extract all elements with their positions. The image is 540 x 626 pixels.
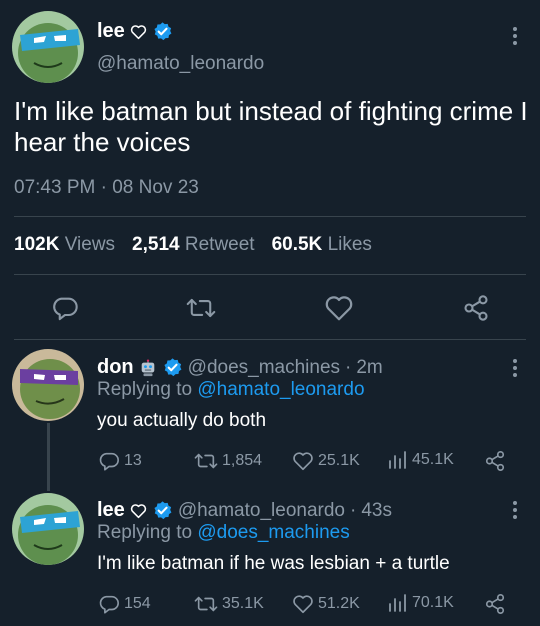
share-icon[interactable] bbox=[462, 294, 490, 322]
reply-header: lee @hamato_leonardo · 43s bbox=[97, 499, 392, 522]
reply-author-handle[interactable]: @does_machines bbox=[188, 357, 340, 379]
more-vertical-icon[interactable] bbox=[512, 500, 518, 520]
like-button[interactable]: 25.1K bbox=[292, 450, 360, 472]
views-button[interactable]: 45.1K bbox=[388, 450, 454, 470]
views-icon bbox=[388, 593, 408, 613]
tweet-time: 07:43 PM bbox=[14, 177, 96, 198]
tweet-timestamp[interactable]: 07:43 PM · 08 Nov 23 bbox=[14, 177, 199, 199]
reply-count: 13 bbox=[124, 452, 142, 469]
retweet-button[interactable]: 1,854 bbox=[194, 450, 262, 472]
retweet-count: 35.1K bbox=[222, 595, 264, 612]
replying-to-link[interactable]: @does_machines bbox=[197, 522, 349, 543]
avatar-lee[interactable] bbox=[12, 11, 84, 83]
share-button[interactable] bbox=[484, 450, 506, 472]
more-vertical-icon[interactable] bbox=[512, 26, 518, 46]
reply-author-handle[interactable]: @hamato_leonardo bbox=[178, 500, 345, 522]
views-icon bbox=[388, 450, 408, 470]
retweets-stat[interactable]: 2,514 Retweet bbox=[132, 234, 255, 256]
reply-time[interactable]: 2m bbox=[356, 357, 382, 379]
divider bbox=[14, 216, 526, 217]
reply-icon[interactable] bbox=[51, 294, 79, 322]
tweet-text: I'm like batman but instead of fighting … bbox=[14, 96, 528, 157]
heart-outline-icon bbox=[130, 503, 147, 519]
reply-author-name[interactable]: don bbox=[97, 356, 134, 379]
avatar-don[interactable] bbox=[12, 349, 84, 421]
views-stat[interactable]: 102K Views bbox=[14, 234, 115, 256]
replying-label: Replying to bbox=[97, 522, 193, 543]
like-icon[interactable] bbox=[324, 294, 354, 322]
reply-action-bar: 13 1,854 25.1K 45.1K bbox=[0, 450, 540, 474]
reply-header: don @does_machines · 2m bbox=[97, 356, 383, 379]
likes-label: Likes bbox=[327, 234, 372, 255]
like-icon bbox=[292, 450, 314, 472]
tweet-stats: 102K Views 2,514 Retweet 60.5K Likes bbox=[14, 234, 372, 256]
main-action-bar bbox=[0, 294, 540, 324]
main-author-name[interactable]: lee bbox=[97, 20, 173, 43]
retweet-icon bbox=[194, 593, 218, 615]
reply-button[interactable]: 13 bbox=[98, 450, 142, 472]
replying-label: Replying to bbox=[97, 379, 193, 400]
share-icon bbox=[484, 593, 506, 615]
main-author-handle[interactable]: @hamato_leonardo bbox=[97, 53, 264, 75]
avatar-lee[interactable] bbox=[12, 493, 84, 565]
share-icon bbox=[484, 450, 506, 472]
like-icon bbox=[292, 593, 314, 615]
verified-badge-icon bbox=[162, 357, 183, 378]
more-vertical-icon[interactable] bbox=[512, 358, 518, 378]
retweets-label: Retweet bbox=[184, 234, 255, 255]
retweet-count: 1,854 bbox=[222, 452, 263, 469]
meta-separator: · bbox=[100, 177, 107, 198]
reply-time[interactable]: 43s bbox=[361, 500, 392, 522]
reply-button[interactable]: 154 bbox=[98, 593, 151, 615]
like-count: 51.2K bbox=[318, 595, 360, 612]
verified-badge-icon bbox=[152, 21, 173, 42]
views-button[interactable]: 70.1K bbox=[388, 593, 454, 613]
display-name[interactable]: lee bbox=[97, 20, 125, 43]
likes-count: 60.5K bbox=[271, 234, 323, 255]
reply-action-bar: 154 35.1K 51.2K 70.1K bbox=[0, 593, 540, 617]
views-label: Views bbox=[64, 234, 116, 255]
replying-to: Replying to @does_machines bbox=[97, 522, 350, 544]
retweet-icon bbox=[194, 450, 218, 472]
reply-separator: · bbox=[350, 499, 357, 521]
heart-outline-icon bbox=[130, 24, 147, 40]
views-count: 102K bbox=[14, 234, 60, 255]
reply-icon bbox=[98, 593, 120, 615]
divider bbox=[14, 339, 526, 340]
like-button[interactable]: 51.2K bbox=[292, 593, 360, 615]
views-count: 45.1K bbox=[412, 451, 454, 468]
likes-stat[interactable]: 60.5K Likes bbox=[272, 234, 372, 256]
views-count: 70.1K bbox=[412, 594, 454, 611]
retweet-button[interactable]: 35.1K bbox=[194, 593, 264, 615]
tweet-date: 08 Nov 23 bbox=[112, 177, 199, 198]
share-button[interactable] bbox=[484, 593, 506, 615]
reply-text: I'm like batman if he was lesbian + a tu… bbox=[97, 553, 450, 574]
replying-to-link[interactable]: @hamato_leonardo bbox=[197, 379, 364, 400]
robot-emoji-icon bbox=[139, 358, 157, 377]
retweets-count: 2,514 bbox=[132, 234, 180, 255]
reply-author-name[interactable]: lee bbox=[97, 499, 125, 522]
like-count: 25.1K bbox=[318, 452, 360, 469]
reply-text: you actually do both bbox=[97, 410, 267, 431]
retweet-icon[interactable] bbox=[186, 294, 216, 322]
divider bbox=[14, 274, 526, 275]
verified-badge-icon bbox=[152, 500, 173, 521]
replying-to: Replying to @hamato_leonardo bbox=[97, 379, 365, 401]
reply-icon bbox=[98, 450, 120, 472]
reply-separator: · bbox=[345, 356, 352, 378]
reply-count: 154 bbox=[124, 595, 151, 612]
